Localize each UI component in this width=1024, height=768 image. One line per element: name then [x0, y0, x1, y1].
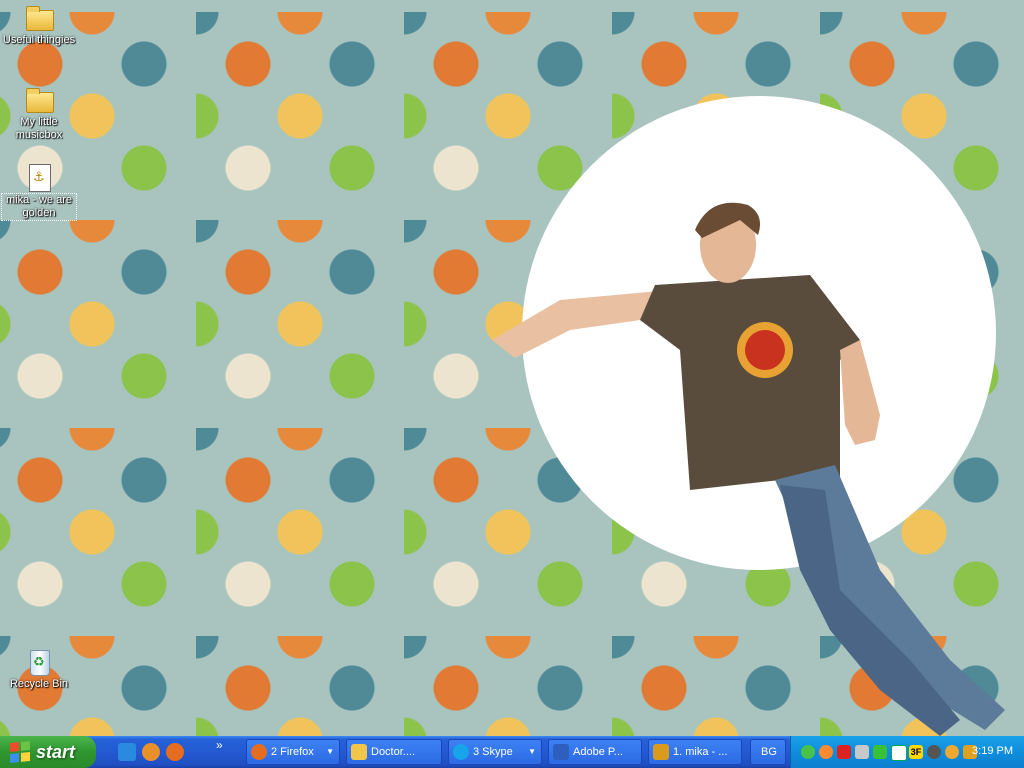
desktop-icon-label: My little musicbox	[15, 116, 63, 141]
shirt-logo-inner	[745, 330, 785, 370]
taskbar-button-label: BG	[761, 746, 777, 758]
taskbar-button-skype[interactable]: 3 Skype ▼	[448, 739, 542, 765]
taskbar-button-mika-media[interactable]: 1. mika - ...	[648, 739, 742, 765]
taskbar-button-bg[interactable]: BG	[750, 739, 786, 765]
windows-logo-icon	[10, 740, 30, 764]
wallpaper-figure-svg	[492, 202, 1005, 736]
desktop-icon-useful-thingies[interactable]: Useful thingies	[2, 4, 76, 47]
quick-launch-overflow-chevron[interactable]: »	[216, 738, 223, 752]
desktop-icon-my-little-musicbox[interactable]: My little musicbox	[2, 86, 76, 142]
taskbar-button-label: Adobe P...	[573, 746, 623, 758]
skype-icon	[453, 744, 469, 760]
taskbar: start » 2 Firefox ▼ Doctor.... 3 Skype ▼…	[0, 736, 1024, 768]
antivirus-icon[interactable]	[837, 745, 851, 759]
skype-tray-icon[interactable]	[891, 745, 907, 761]
updates-icon[interactable]	[945, 745, 959, 759]
safely-remove-icon[interactable]	[873, 745, 887, 759]
start-label: start	[36, 741, 76, 762]
desktop-icon-mika-we-are-golden[interactable]: mika - we are golden	[1, 164, 77, 221]
firefox-icon	[251, 744, 267, 760]
figure-shirt	[640, 275, 860, 490]
folder-icon	[24, 4, 54, 32]
taskbar-button-label: Doctor....	[371, 746, 416, 758]
taskbar-button-doctor-folder[interactable]: Doctor....	[346, 739, 442, 765]
audio-file-icon	[24, 164, 54, 192]
internet-explorer-icon[interactable]	[118, 743, 136, 761]
taskbar-button-firefox[interactable]: 2 Firefox ▼	[246, 739, 340, 765]
taskbar-button-adobe[interactable]: Adobe P...	[548, 739, 642, 765]
desktop-icon-label: Recycle Bin	[9, 678, 69, 690]
desktop-icon-label: Useful thingies	[2, 34, 76, 46]
adobe-icon	[553, 744, 569, 760]
network-icon[interactable]	[801, 745, 815, 759]
winamp-icon[interactable]	[142, 743, 160, 761]
media-player-icon	[653, 744, 669, 760]
desktop-icon-label: mika - we are golden	[1, 193, 77, 221]
start-button[interactable]: start	[0, 736, 96, 768]
firefox-icon[interactable]	[166, 743, 184, 761]
clock[interactable]: 3:19 PM	[972, 745, 1013, 757]
messenger-icon[interactable]	[819, 745, 833, 759]
badge-3f-icon[interactable]: 3F	[909, 745, 923, 759]
wallpaper-figure-illustration	[480, 190, 1020, 736]
taskbar-button-label: 1. mika - ...	[673, 746, 728, 758]
volume-icon[interactable]	[855, 745, 869, 759]
figure-right-arm	[840, 340, 880, 445]
taskbar-button-label: 3 Skype	[473, 746, 513, 758]
folder-icon	[351, 744, 367, 760]
taskbar-button-label: 2 Firefox	[271, 746, 314, 758]
desktop-wallpaper[interactable]: Useful thingies My little musicbox mika …	[0, 0, 1024, 736]
steam-icon[interactable]	[927, 745, 941, 759]
folder-icon	[24, 86, 54, 114]
group-arrow-icon: ▼	[326, 747, 334, 756]
desktop-icon-recycle-bin[interactable]: Recycle Bin	[2, 648, 76, 691]
group-arrow-icon: ▼	[528, 747, 536, 756]
system-tray: 3F 3:19 PM	[790, 736, 1024, 768]
recycle-bin-icon	[24, 648, 54, 676]
